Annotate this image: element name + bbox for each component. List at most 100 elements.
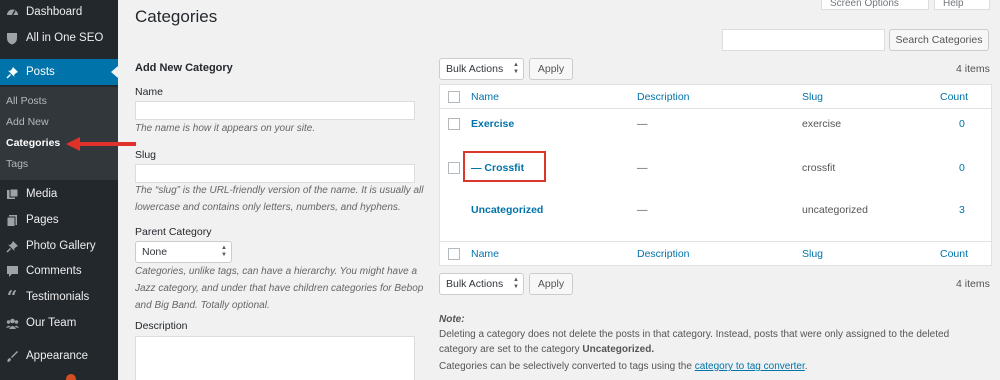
footer-column-description[interactable]: Description <box>637 248 690 260</box>
category-description: — <box>637 118 648 130</box>
category-count-link[interactable]: 3 <box>959 204 965 216</box>
screen-options-tab[interactable]: Screen Options <box>821 0 929 10</box>
column-description[interactable]: Description <box>637 91 690 103</box>
table-footer-row: Name Description Slug Count <box>440 241 991 265</box>
category-to-tag-converter-link[interactable]: category to tag converter <box>695 361 805 372</box>
main-content: Screen Options Help Categories Search Ca… <box>118 0 1000 380</box>
bulk-actions-label-top: Bulk Actions <box>446 63 504 75</box>
appearance-icon <box>5 349 19 363</box>
search-categories-button[interactable]: Search Categories <box>889 29 989 51</box>
select-arrows-icon: ▲ ▼ <box>513 277 519 290</box>
category-name-link[interactable]: Uncategorized <box>471 204 543 216</box>
footer-column-count[interactable]: Count <box>940 248 968 260</box>
menu-seo-label: All in One SEO <box>26 32 104 44</box>
menu-photo-gallery[interactable]: Photo Gallery <box>0 233 118 259</box>
menu-comments-label: Comments <box>26 265 82 277</box>
pin-icon <box>5 65 19 79</box>
menu-pages-label: Pages <box>26 214 59 226</box>
media-icon <box>5 187 19 201</box>
parent-category-hint: Categories, unlike tags, can have a hier… <box>135 266 424 311</box>
parent-category-label: Parent Category <box>135 226 212 238</box>
quote-icon: “ <box>6 286 18 308</box>
column-slug[interactable]: Slug <box>802 91 823 103</box>
submenu-add-new[interactable]: Add New <box>6 116 49 128</box>
column-count[interactable]: Count <box>940 91 968 103</box>
description-label: Description <box>135 320 188 332</box>
slug-hint: The “slug” is the URL-friendly version o… <box>135 185 424 213</box>
submenu-tags[interactable]: Tags <box>6 158 28 170</box>
menu-posts-label: Posts <box>26 66 55 78</box>
column-name[interactable]: Name <box>471 91 499 103</box>
menu-comments[interactable]: Comments <box>0 258 118 284</box>
menu-appearance-label: Appearance <box>26 350 89 362</box>
category-slug: exercise <box>802 118 842 130</box>
items-count-top: 4 items <box>956 63 990 75</box>
select-arrows-icon: ▲ ▼ <box>513 62 519 75</box>
select-arrows-icon: ▲ ▼ <box>221 245 227 258</box>
category-description: — <box>637 204 648 216</box>
name-field[interactable] <box>135 101 415 120</box>
select-all-checkbox[interactable] <box>448 91 460 103</box>
team-icon <box>5 316 19 330</box>
note-line-2-text: category are set to the category <box>439 344 583 355</box>
note-line-2: category are set to the category Uncateg… <box>439 342 999 358</box>
apply-label-top: Apply <box>537 63 565 75</box>
menu-appearance[interactable]: Appearance <box>0 343 118 369</box>
apply-button-bottom[interactable]: Apply <box>529 273 573 295</box>
bulk-actions-select-top[interactable]: Bulk Actions ▲ ▼ <box>439 58 524 80</box>
menu-pages[interactable]: Pages <box>0 207 118 233</box>
footer-column-name[interactable]: Name <box>471 248 499 260</box>
comment-icon <box>5 264 19 278</box>
description-textarea[interactable] <box>135 336 415 380</box>
screen-options-label: Screen Options <box>830 0 899 9</box>
highlight-box <box>463 151 546 182</box>
category-slug: uncategorized <box>802 204 868 216</box>
name-label: Name <box>135 86 164 98</box>
notification-dot <box>66 374 76 380</box>
apply-button-top[interactable]: Apply <box>529 58 573 80</box>
menu-our-team-label: Our Team <box>26 317 77 329</box>
category-count-link[interactable]: 0 <box>959 162 965 174</box>
apply-label-bottom: Apply <box>537 278 565 290</box>
form-heading: Add New Category <box>135 62 233 74</box>
note-line-1: Deleting a category does not delete the … <box>439 329 950 340</box>
menu-testimonials-label: Testimonials <box>26 291 90 303</box>
menu-photo-gallery-label: Photo Gallery <box>26 240 96 252</box>
menu-posts[interactable]: Posts <box>0 59 118 85</box>
search-input[interactable] <box>722 29 885 51</box>
menu-media-label: Media <box>26 188 58 200</box>
bulk-actions-select-bottom[interactable]: Bulk Actions ▲ ▼ <box>439 273 524 295</box>
note-label: Note: <box>439 314 465 325</box>
table-row: Exercise — exercise 0 <box>440 109 991 153</box>
menu-dashboard-label: Dashboard <box>26 6 83 18</box>
menu-testimonials[interactable]: “ Testimonials <box>0 284 118 310</box>
menu-all-in-one-seo[interactable]: All in One SEO <box>0 25 118 51</box>
category-slug: crossfit <box>802 162 836 174</box>
slug-field[interactable] <box>135 164 415 183</box>
dashboard-icon <box>5 5 19 19</box>
table-header-row: Name Description Slug Count <box>440 85 991 109</box>
note-line-3: Categories can be selectively converted … <box>439 359 999 375</box>
gallery-pin-icon <box>5 239 19 253</box>
category-description: — <box>637 162 648 174</box>
seo-shield-icon <box>5 31 19 45</box>
note-uncategorized: Uncategorized. <box>582 344 655 355</box>
posts-submenu: All Posts Add New Categories Tags <box>0 87 118 180</box>
admin-sidebar: Dashboard All in One SEO Posts All Posts… <box>0 0 118 380</box>
category-name-link[interactable]: Exercise <box>471 118 514 130</box>
submenu-all-posts[interactable]: All Posts <box>6 95 47 107</box>
search-categories-label: Search Categories <box>895 34 983 46</box>
menu-media[interactable]: Media <box>0 181 118 207</box>
row-checkbox[interactable] <box>448 118 460 130</box>
parent-category-select[interactable]: None ▲ ▼ <box>135 241 232 263</box>
submenu-categories[interactable]: Categories <box>6 137 60 149</box>
note-line-3-text: Categories can be selectively converted … <box>439 361 695 372</box>
row-checkbox[interactable] <box>448 162 460 174</box>
help-tab[interactable]: Help <box>934 0 990 10</box>
select-all-checkbox-bottom[interactable] <box>448 248 460 260</box>
menu-dashboard[interactable]: Dashboard <box>0 0 118 25</box>
menu-our-team[interactable]: Our Team <box>0 310 118 336</box>
pages-icon <box>5 213 19 227</box>
category-count-link[interactable]: 0 <box>959 118 965 130</box>
footer-column-slug[interactable]: Slug <box>802 248 823 260</box>
